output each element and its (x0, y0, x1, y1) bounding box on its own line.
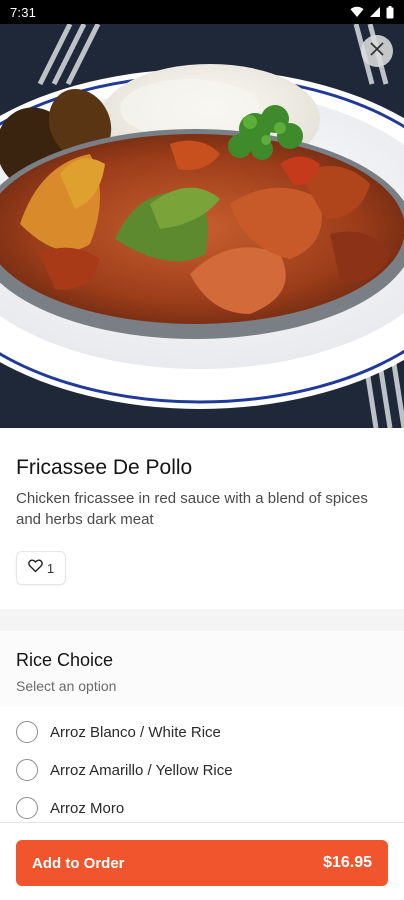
option-label: Arroz Moro (50, 799, 125, 817)
heart-icon (28, 559, 43, 578)
option-row[interactable]: Arroz Blanco / White Rice (0, 713, 404, 751)
option-label: Arroz Blanco / White Rice (50, 723, 221, 741)
radio-button[interactable] (16, 759, 38, 781)
like-button[interactable]: 1 (16, 551, 66, 585)
modifier-group-subtitle: Select an option (16, 678, 117, 694)
add-to-order-button[interactable]: Add to Order $16.95 (16, 840, 388, 886)
order-price: $16.95 (323, 854, 372, 871)
option-list: Arroz Blanco / White Rice Arroz Amarillo… (0, 713, 404, 827)
add-to-order-label: Add to Order (32, 854, 125, 872)
modifier-group-title: Rice Choice (16, 650, 114, 670)
item-description: Chicken fricassee in red sauce with a bl… (16, 490, 368, 528)
section-divider (0, 609, 404, 631)
bottom-bar: Add to Order $16.95 (0, 822, 404, 900)
like-count: 1 (46, 560, 55, 576)
option-label: Arroz Amarillo / Yellow Rice (50, 761, 233, 779)
status-time: 7:31 (10, 4, 37, 20)
close-button[interactable] (361, 35, 393, 67)
close-icon (370, 42, 384, 61)
status-icons (350, 5, 394, 19)
food-photo (0, 24, 404, 428)
option-row[interactable]: Arroz Amarillo / Yellow Rice (0, 751, 404, 789)
battery-icon (386, 5, 394, 19)
status-bar: 7:31 (0, 0, 404, 24)
item-title: Fricassee De Pollo (16, 456, 193, 479)
radio-button[interactable] (16, 721, 38, 743)
wifi-icon (350, 6, 364, 18)
signal-icon (369, 6, 381, 18)
radio-button[interactable] (16, 797, 38, 819)
